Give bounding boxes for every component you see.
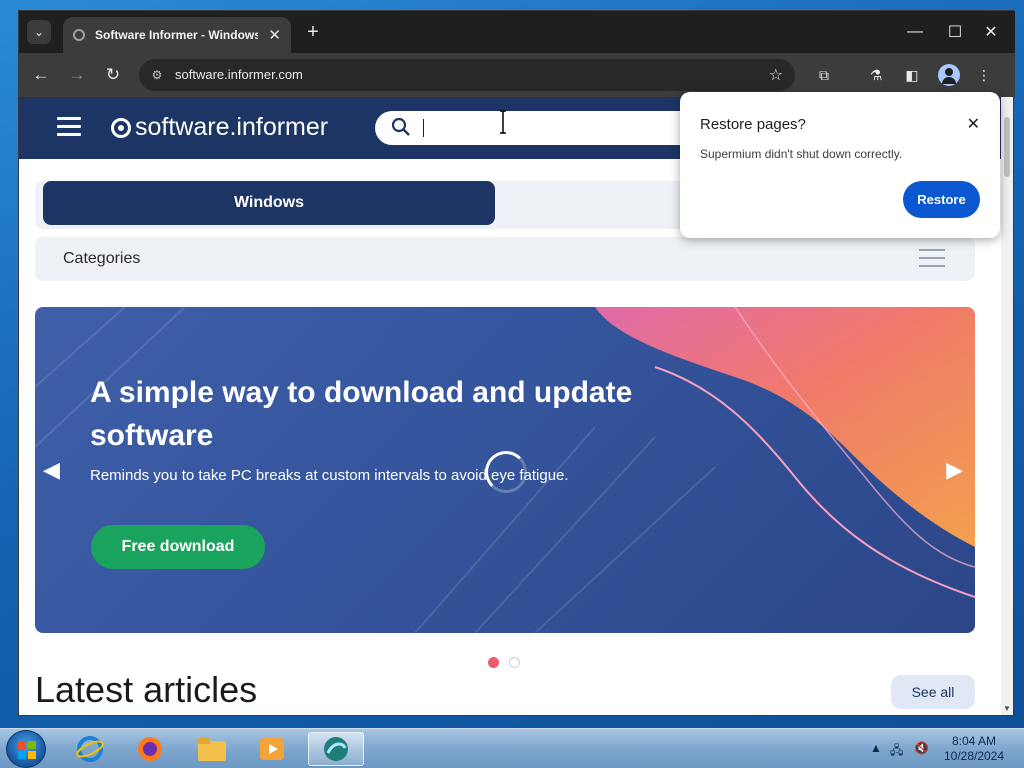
restore-button[interactable]: Restore: [903, 181, 980, 218]
tab-search-icon[interactable]: ⌄: [27, 20, 51, 44]
carousel-dots: [488, 657, 520, 668]
categories-menu-icon[interactable]: [919, 249, 945, 269]
windows-logo-icon: [18, 741, 36, 759]
volume-muted-icon[interactable]: 🔇: [914, 741, 929, 755]
site-logo[interactable]: software.informer: [111, 113, 328, 142]
tab-close-icon[interactable]: ✕: [268, 26, 281, 44]
text-caret: [423, 119, 424, 137]
sidebar-icon[interactable]: ◧: [901, 64, 923, 86]
start-button[interactable]: [6, 730, 46, 768]
supermium-icon[interactable]: [308, 732, 364, 766]
clock-date: 10/28/2024: [943, 749, 1005, 763]
hamburger-menu-icon[interactable]: [57, 117, 81, 137]
tab-favicon-icon: [73, 29, 85, 41]
address-bar[interactable]: ⚙ software.informer.com ☆: [139, 59, 795, 91]
see-all-button[interactable]: See all: [891, 675, 975, 709]
media-player-icon[interactable]: [244, 732, 300, 766]
text-cursor-icon: [500, 110, 506, 134]
carousel-dot-1[interactable]: [488, 657, 499, 668]
extensions-icon[interactable]: ⧉: [813, 64, 835, 86]
popup-message: Supermium didn't shut down correctly.: [700, 147, 903, 161]
labs-icon[interactable]: ⚗: [865, 64, 887, 86]
profile-icon[interactable]: [938, 64, 960, 86]
search-icon: [391, 117, 410, 136]
site-info-icon[interactable]: ⚙: [149, 67, 165, 83]
hero-banner: ◀ A simple way to download and update so…: [35, 307, 975, 633]
scroll-down-icon[interactable]: ▼: [1003, 704, 1011, 713]
page-scrollbar[interactable]: ▼: [1001, 97, 1013, 715]
tab-title: Software Informer - Windows s: [95, 28, 259, 42]
scroll-thumb[interactable]: [1004, 117, 1010, 177]
reload-icon[interactable]: ↻: [101, 63, 125, 87]
show-hidden-icons-icon[interactable]: ▲: [870, 741, 882, 755]
latest-articles-heading: Latest articles: [35, 669, 258, 710]
firefox-icon[interactable]: [122, 732, 178, 766]
internet-explorer-icon[interactable]: [62, 732, 118, 766]
carousel-dot-2[interactable]: [509, 657, 520, 668]
carousel-prev-icon[interactable]: ◀: [43, 457, 60, 483]
forward-icon[interactable]: →: [65, 63, 89, 87]
maximize-button[interactable]: ☐: [935, 19, 975, 45]
back-icon[interactable]: ←: [29, 63, 53, 87]
browser-tab[interactable]: Software Informer - Windows s ✕: [63, 17, 291, 53]
logo-icon: [111, 117, 131, 138]
tab-windows[interactable]: Windows: [43, 181, 495, 225]
categories-bar[interactable]: Categories: [35, 237, 975, 281]
close-window-button[interactable]: ✕: [971, 19, 1011, 45]
carousel-next-icon[interactable]: ▶: [946, 457, 963, 483]
free-download-button[interactable]: Free download: [91, 525, 265, 569]
tab-strip: ⌄ Software Informer - Windows s ✕ + — ☐ …: [19, 11, 1015, 53]
popup-close-icon[interactable]: ✕: [967, 114, 980, 134]
star-icon[interactable]: ☆: [769, 65, 783, 85]
popup-title: Restore pages?: [700, 116, 806, 133]
logo-text: software.informer: [135, 113, 329, 141]
minimize-button[interactable]: —: [895, 19, 935, 45]
menu-icon[interactable]: ⋮: [973, 64, 995, 86]
browser-toolbar: ← → ↻ ⚙ software.informer.com ☆ ⧉ ⚗ ◧ ⋮: [19, 53, 1015, 97]
network-icon[interactable]: 🖧: [890, 741, 903, 762]
url-text[interactable]: software.informer.com: [175, 67, 303, 82]
restore-pages-popup: Restore pages? ✕ Supermium didn't shut d…: [680, 92, 1000, 238]
taskbar: ▲ 🖧 🔇 8:04 AM 10/28/2024: [0, 728, 1024, 768]
clock[interactable]: 8:04 AM 10/28/2024: [934, 734, 1014, 764]
new-tab-button[interactable]: +: [301, 20, 325, 44]
categories-label: Categories: [63, 250, 141, 267]
clock-time: 8:04 AM: [951, 734, 997, 748]
banner-title: A simple way to download and update soft…: [90, 376, 633, 452]
file-explorer-icon[interactable]: [184, 732, 240, 766]
loading-spinner-icon: [485, 451, 527, 493]
